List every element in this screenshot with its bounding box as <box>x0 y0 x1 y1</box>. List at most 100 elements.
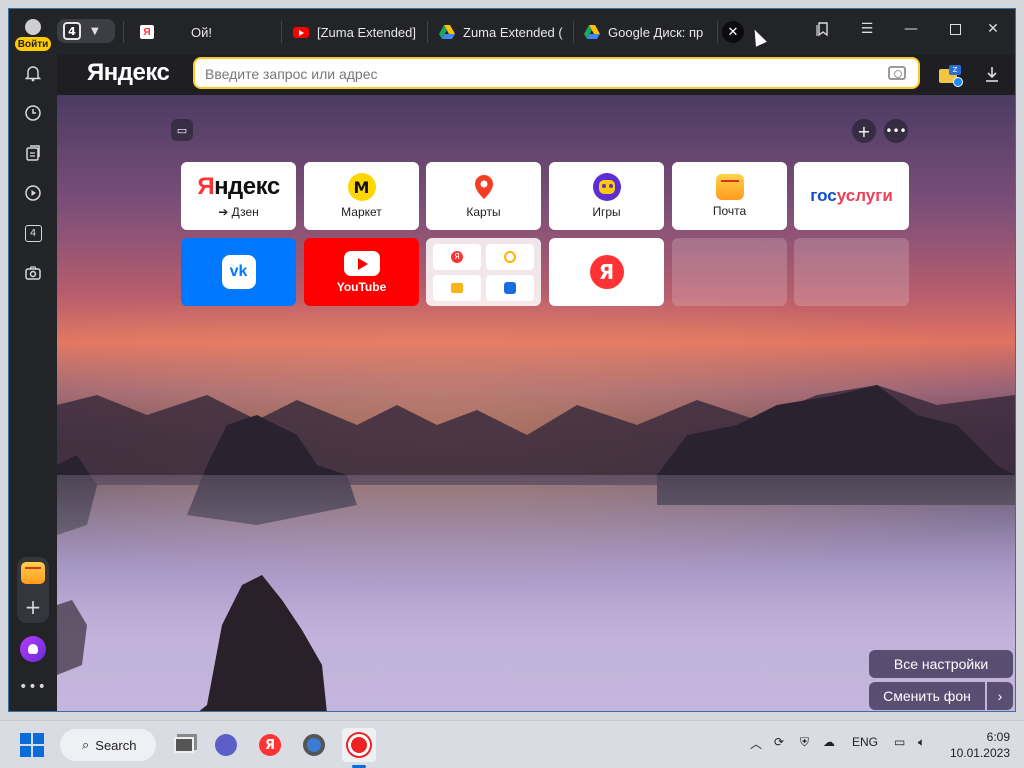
address-input[interactable] <box>205 63 865 85</box>
tile-label: ➔ Дзен <box>218 205 259 219</box>
taskbar-search[interactable]: ⌕ Search <box>60 729 156 761</box>
windows-start-icon[interactable] <box>18 731 46 759</box>
tile-maps[interactable]: Карты <box>426 162 541 230</box>
tile-label: Карты <box>466 205 501 219</box>
yandex-rest-letters: ндекс <box>214 173 280 200</box>
alice-icon[interactable] <box>19 635 47 663</box>
tile-label: YouTube <box>336 279 387 294</box>
tile-vk[interactable]: vk <box>181 238 296 306</box>
tab-strip: 4 ▼ Я Ой! [Zuma Extended] Zuma Extended <box>57 9 1015 55</box>
download-icon[interactable] <box>981 65 1003 87</box>
all-settings-button[interactable]: Все настройки <box>869 650 1013 678</box>
tile-games[interactable]: Игры <box>549 162 664 230</box>
tab-label: Zuma Extended ( <box>463 24 563 40</box>
settings-gear-icon[interactable] <box>300 731 328 759</box>
omnibox[interactable] <box>193 57 920 89</box>
mail-app-icon[interactable] <box>19 559 47 587</box>
language-indicator[interactable]: ENG <box>852 735 878 749</box>
tab-google-drive[interactable]: Google Диск: пр <box>584 17 710 47</box>
tab-divider <box>573 21 574 43</box>
login-avatar[interactable]: Войти <box>15 17 51 53</box>
clock-time: 6:09 <box>986 730 1010 744</box>
tile-yandex[interactable]: Яндекс ➔ Дзен <box>181 162 296 230</box>
browser-window: Войти 4 + ••• 4 ▼ Я Ой! [Zuma Extended] … <box>8 8 1016 712</box>
yandex-taskbar-icon[interactable]: Я <box>256 731 284 759</box>
tile-youtube[interactable]: YouTube <box>304 238 419 306</box>
tile-label: Игры <box>592 205 621 219</box>
close-tab-icon[interactable]: ✕ <box>722 21 744 43</box>
minimize-icon[interactable]: — <box>889 11 933 47</box>
gosuslugi-logo: госуслуги <box>810 186 893 206</box>
chevron-up-icon[interactable]: ︿ <box>750 735 762 752</box>
tile-mail[interactable]: Почта <box>672 162 787 230</box>
network-icon[interactable]: ▭ <box>894 735 905 749</box>
task-view-icon[interactable] <box>170 731 198 759</box>
clock-date: 10.01.2023 <box>949 746 1010 760</box>
panel-toggle-icon[interactable]: ▭ <box>171 119 193 141</box>
menu-icon[interactable]: ☰ <box>845 11 889 47</box>
tile-yandex-logo: Яндекс <box>197 173 280 201</box>
tab-label: Google Диск: пр <box>608 24 704 40</box>
tile-empty[interactable] <box>794 238 909 306</box>
add-app-icon[interactable]: + <box>19 593 47 621</box>
tab-divider <box>123 21 124 43</box>
tab-counter-button[interactable]: 4 ▼ <box>57 19 115 43</box>
sidebar: Войти 4 + ••• <box>9 9 57 711</box>
tab-divider <box>281 21 282 43</box>
tabs-count-icon[interactable]: 4 <box>19 219 47 247</box>
yandex-browser-taskbar-icon[interactable] <box>342 728 376 762</box>
avatar-icon <box>25 19 41 35</box>
mini-disk-icon[interactable] <box>486 274 534 301</box>
tab-count: 4 <box>63 22 81 40</box>
vk-icon: vk <box>221 255 256 289</box>
collections-icon[interactable] <box>19 139 47 167</box>
chevron-right-icon[interactable]: › <box>987 682 1013 710</box>
gosuslugi-logo-part1: гос <box>810 186 837 205</box>
tile-yandex-app[interactable]: Я <box>549 238 664 306</box>
mini-yandex-icon[interactable]: Я <box>433 243 481 270</box>
login-label: Войти <box>15 37 51 51</box>
bookmarks-icon[interactable] <box>801 11 845 47</box>
add-tile-icon[interactable]: + <box>852 119 876 143</box>
youtube-icon <box>293 24 309 40</box>
tile-gosuslugi[interactable]: госуслуги <box>794 162 909 230</box>
mouse-cursor-icon <box>749 27 767 47</box>
clock[interactable]: 6:09 10.01.2023 <box>946 729 1010 761</box>
tile-market[interactable]: M Маркет <box>304 162 419 230</box>
services-grid: Я <box>433 243 534 301</box>
tile-empty[interactable] <box>672 238 787 306</box>
tab-zuma-youtube[interactable]: [Zuma Extended] <box>293 17 417 47</box>
tab-oy[interactable]: Я Ой! <box>139 17 269 47</box>
folder-extension-icon[interactable]: Z <box>939 65 963 87</box>
tab-divider <box>427 21 428 43</box>
bell-icon[interactable] <box>19 59 47 87</box>
more-icon[interactable]: ••• <box>19 673 47 701</box>
mini-mail-icon[interactable] <box>433 274 481 301</box>
search-icon: ⌕ <box>82 737 90 752</box>
volume-icon[interactable]: 🔈︎ <box>918 735 925 750</box>
tile-label: Почта <box>712 204 747 218</box>
tab-label: Ой! <box>191 24 212 40</box>
tile-label: Маркет <box>341 205 382 219</box>
search-label: Search <box>95 737 137 753</box>
games-icon <box>592 173 621 201</box>
sync-icon[interactable]: ⟳ <box>774 735 784 749</box>
address-bar-row: Яндекс Z <box>57 55 1015 95</box>
tile-services-group[interactable]: Я <box>426 238 541 306</box>
defender-icon[interactable]: ⛨ <box>800 735 809 750</box>
map-pin-icon <box>474 175 493 199</box>
more-options-icon[interactable]: ••• <box>884 119 908 143</box>
youtube-logo-icon <box>343 250 380 276</box>
mini-timer-icon[interactable] <box>486 243 534 270</box>
play-icon[interactable] <box>19 179 47 207</box>
history-icon[interactable] <box>19 99 47 127</box>
close-window-icon[interactable]: ✕ <box>971 11 1015 47</box>
camera-search-icon[interactable] <box>888 66 906 80</box>
onedrive-icon[interactable]: ☁ <box>823 735 835 749</box>
yandex-logo[interactable]: Яндекс <box>87 59 170 87</box>
yandex-icon: Я <box>139 24 155 40</box>
change-background-button[interactable]: Сменить фон <box>869 682 985 710</box>
tab-zuma-drive[interactable]: Zuma Extended ( <box>439 17 563 47</box>
meet-icon[interactable] <box>212 731 240 759</box>
screenshot-icon[interactable] <box>19 259 47 287</box>
